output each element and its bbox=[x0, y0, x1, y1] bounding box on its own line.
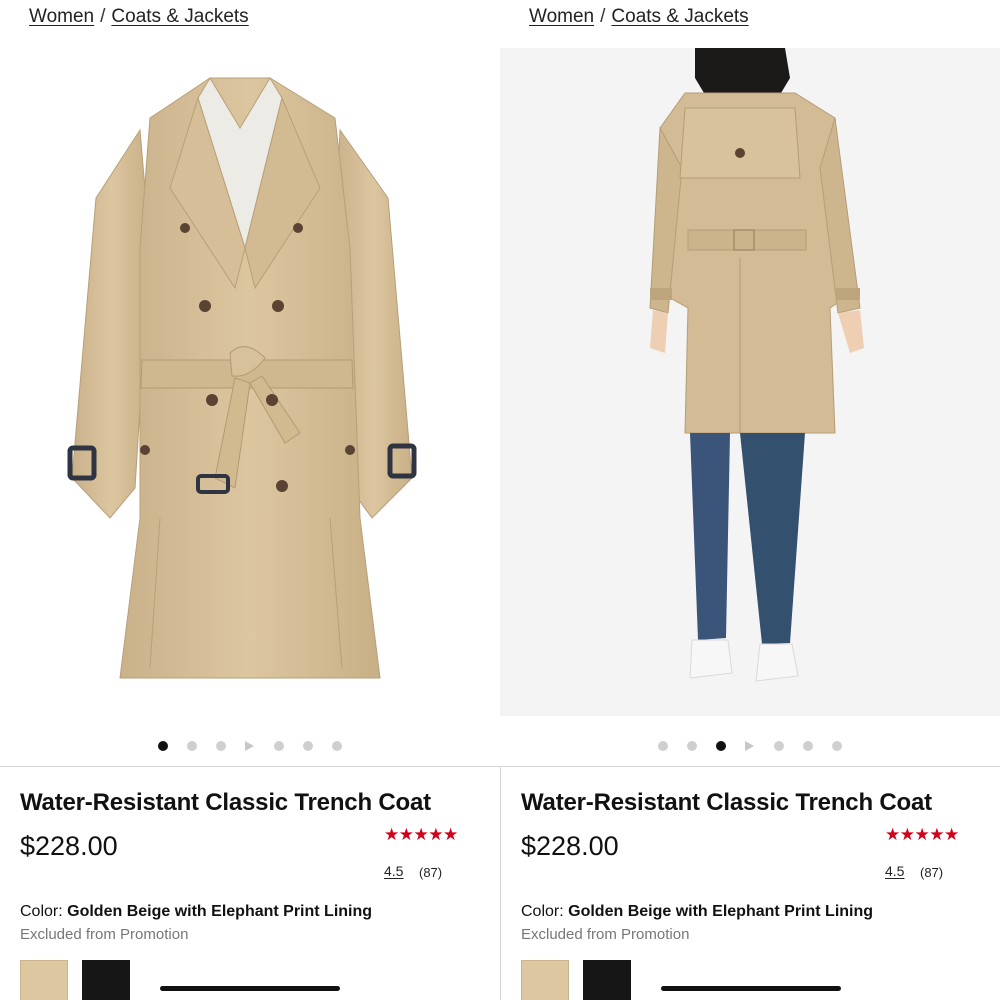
carousel-dot-5[interactable] bbox=[803, 741, 813, 751]
breadcrumb-separator: / bbox=[600, 6, 606, 27]
carousel-dot-1[interactable] bbox=[158, 741, 168, 751]
color-selection-label: Color: Golden Beige with Elephant Print … bbox=[20, 903, 372, 921]
image-carousel-dots bbox=[0, 738, 500, 754]
product-panel-right: Women / Coats & Jackets Water-Resistant … bbox=[500, 0, 1000, 1000]
carousel-dot-2[interactable] bbox=[687, 741, 697, 751]
breadcrumb: Women / Coats & Jackets bbox=[529, 6, 749, 28]
color-name: Golden Beige with Elephant Print Lining bbox=[67, 903, 373, 920]
product-info-card: Water-Resistant Classic Trench Coat $228… bbox=[0, 766, 500, 1000]
product-image[interactable] bbox=[500, 48, 1000, 716]
breadcrumb-link-coats-jackets[interactable]: Coats & Jackets bbox=[111, 6, 248, 27]
swatch-golden-beige[interactable] bbox=[521, 960, 569, 1000]
video-play-icon[interactable] bbox=[745, 741, 754, 751]
rating-stars-icon: ★★★★★ bbox=[384, 825, 458, 844]
breadcrumb-separator: / bbox=[100, 6, 106, 27]
breadcrumb-link-women[interactable]: Women bbox=[529, 6, 594, 27]
breadcrumb-link-women[interactable]: Women bbox=[29, 6, 94, 27]
color-label: Color: bbox=[20, 903, 63, 920]
swatch-scrollbar[interactable] bbox=[160, 986, 340, 991]
swatch-scrollbar[interactable] bbox=[661, 986, 841, 991]
color-selection-label: Color: Golden Beige with Elephant Print … bbox=[521, 903, 873, 921]
carousel-dot-1[interactable] bbox=[658, 741, 668, 751]
carousel-dot-2[interactable] bbox=[187, 741, 197, 751]
color-name: Golden Beige with Elephant Print Lining bbox=[568, 903, 874, 920]
carousel-dot-4[interactable] bbox=[274, 741, 284, 751]
product-info-card: Water-Resistant Classic Trench Coat $228… bbox=[500, 766, 1000, 1000]
rating-value-link[interactable]: 4.5 bbox=[384, 863, 403, 879]
product-image[interactable] bbox=[0, 48, 500, 716]
swatch-black[interactable] bbox=[583, 960, 631, 1000]
rating-value-link[interactable]: 4.5 bbox=[885, 863, 904, 879]
color-label: Color: bbox=[521, 903, 564, 920]
review-count: (87) bbox=[419, 865, 443, 880]
rating-stars-icon: ★★★★★ bbox=[885, 825, 959, 844]
promotion-note: Excluded from Promotion bbox=[20, 926, 189, 943]
breadcrumb-link-coats-jackets[interactable]: Coats & Jackets bbox=[611, 6, 748, 27]
carousel-dot-3[interactable] bbox=[216, 741, 226, 751]
product-price: $228.00 bbox=[20, 831, 118, 861]
swatch-golden-beige[interactable] bbox=[20, 960, 68, 1000]
product-title: Water-Resistant Classic Trench Coat bbox=[521, 789, 932, 816]
carousel-dot-6[interactable] bbox=[832, 741, 842, 751]
video-play-icon[interactable] bbox=[245, 741, 254, 751]
carousel-dot-3[interactable] bbox=[716, 741, 726, 751]
carousel-dot-6[interactable] bbox=[332, 741, 342, 751]
product-price: $228.00 bbox=[521, 831, 619, 861]
product-title: Water-Resistant Classic Trench Coat bbox=[20, 789, 431, 816]
carousel-dot-4[interactable] bbox=[774, 741, 784, 751]
carousel-dot-5[interactable] bbox=[303, 741, 313, 751]
swatch-black[interactable] bbox=[82, 960, 130, 1000]
review-count: (87) bbox=[920, 865, 944, 880]
product-panel-left: Women / Coats & Jackets Water-Resistant … bbox=[0, 0, 500, 1000]
image-carousel-dots bbox=[500, 738, 1000, 754]
trench-coat-front-image bbox=[67, 77, 417, 679]
trench-coat-back-model-image bbox=[500, 48, 1000, 716]
promotion-note: Excluded from Promotion bbox=[521, 926, 690, 943]
breadcrumb: Women / Coats & Jackets bbox=[29, 6, 249, 28]
